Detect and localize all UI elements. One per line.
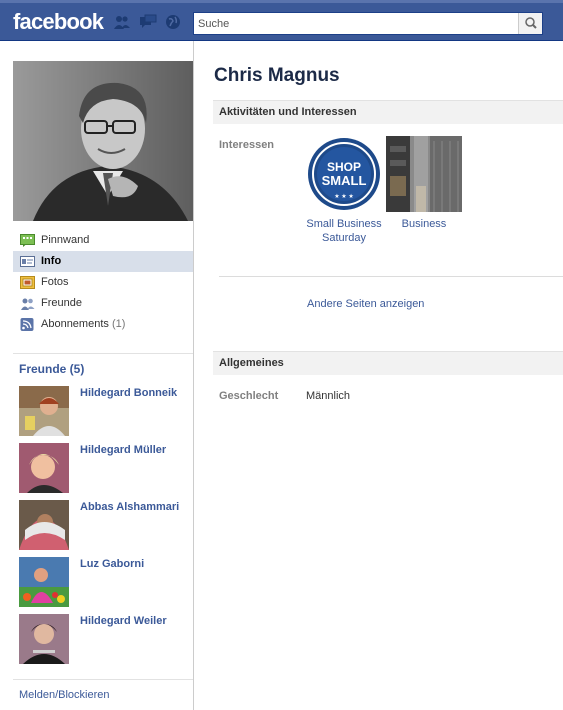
search-input[interactable]	[194, 13, 514, 34]
nav-label: Freunde	[41, 297, 82, 309]
friend-item[interactable]: Hildegard Bonneik	[19, 386, 189, 436]
friend-avatar[interactable]	[19, 443, 69, 493]
top-bar: facebook	[0, 0, 563, 41]
friend-item[interactable]: Abbas Alshammari	[19, 500, 189, 550]
info-icon	[20, 256, 35, 267]
friend-name[interactable]: Hildegard Bonneik	[80, 386, 188, 400]
activities-section-header: Aktivitäten und Interessen	[213, 100, 563, 124]
top-bar-strip	[0, 0, 563, 3]
friend-avatar[interactable]	[19, 386, 69, 436]
nav-count: (1)	[111, 318, 126, 330]
nav-label: Pinnwand	[41, 234, 90, 246]
more-pages-link[interactable]: Andere Seiten anzeigen	[307, 298, 424, 310]
friend-name[interactable]: Luz Gaborni	[80, 557, 188, 571]
profile-picture[interactable]	[13, 61, 193, 221]
friend-requests-icon[interactable]	[113, 14, 131, 30]
profile-name: Chris Magnus	[214, 65, 340, 86]
divider	[13, 353, 193, 354]
friend-avatar[interactable]	[19, 500, 69, 550]
nav-item-pinnwand[interactable]: Pinnwand	[13, 230, 193, 251]
nav-item-freunde[interactable]: Freunde	[13, 293, 193, 314]
search-button[interactable]	[518, 13, 542, 34]
wall-icon	[20, 234, 35, 247]
friends-icon	[21, 298, 35, 310]
nav-item-abonnements[interactable]: Abonnements (1)	[13, 314, 193, 335]
shop-small-logo[interactable]: SHOP SMALL ★ ★ ★	[306, 136, 382, 212]
nav-item-info[interactable]: Info	[13, 251, 193, 272]
photos-icon	[20, 276, 35, 289]
interest-caption[interactable]: Small Business Saturday	[306, 217, 382, 245]
subscriptions-icon	[20, 318, 34, 331]
notifications-globe-icon[interactable]	[164, 14, 182, 30]
svg-text:★ ★ ★: ★ ★ ★	[334, 193, 353, 200]
friend-avatar[interactable]	[19, 614, 69, 664]
friend-item[interactable]: Hildegard Müller	[19, 443, 189, 493]
friend-name[interactable]: Abbas Alshammari	[80, 500, 188, 514]
friend-item[interactable]: Hildegard Weiler	[19, 614, 189, 664]
business-image[interactable]	[386, 136, 462, 212]
friends-heading[interactable]: Freunde (5)	[19, 362, 84, 376]
interest-tile[interactable]: Business	[386, 136, 462, 231]
friend-name[interactable]: Hildegard Weiler	[80, 614, 188, 628]
facebook-logo[interactable]: facebook	[13, 9, 104, 35]
general-section-header: Allgemeines	[213, 351, 563, 375]
divider	[219, 276, 563, 277]
gender-label: Geschlecht	[219, 390, 279, 402]
interests-label: Interessen	[219, 139, 275, 151]
friend-avatar[interactable]	[19, 557, 69, 607]
report-block-link[interactable]: Melden/Blockieren	[19, 689, 110, 701]
nav-item-fotos[interactable]: Fotos	[13, 272, 193, 293]
search-icon	[525, 17, 537, 29]
profile-nav: Pinnwand Info Fotos Freunde Abonnements …	[13, 230, 193, 335]
divider	[13, 679, 193, 680]
gender-value: Männlich	[306, 390, 351, 402]
messages-icon[interactable]	[139, 14, 157, 30]
shop-small-badge-line1: SHOP	[327, 160, 361, 174]
search-box[interactable]	[193, 12, 543, 35]
nav-label: Abonnements	[41, 318, 109, 330]
nav-label: Fotos	[41, 276, 69, 288]
left-column: Pinnwand Info Fotos Freunde Abonnements …	[0, 41, 194, 710]
nav-label: Info	[41, 255, 62, 267]
interest-caption[interactable]: Business	[386, 217, 462, 231]
interest-tile[interactable]: SHOP SMALL ★ ★ ★ Small Business Saturday	[306, 136, 382, 245]
main-content: Chris Magnus Aktivitäten und Interessen …	[195, 41, 563, 710]
friend-item[interactable]: Luz Gaborni	[19, 557, 189, 607]
friend-name[interactable]: Hildegard Müller	[80, 443, 188, 457]
shop-small-badge-line2: SMALL	[322, 173, 367, 188]
